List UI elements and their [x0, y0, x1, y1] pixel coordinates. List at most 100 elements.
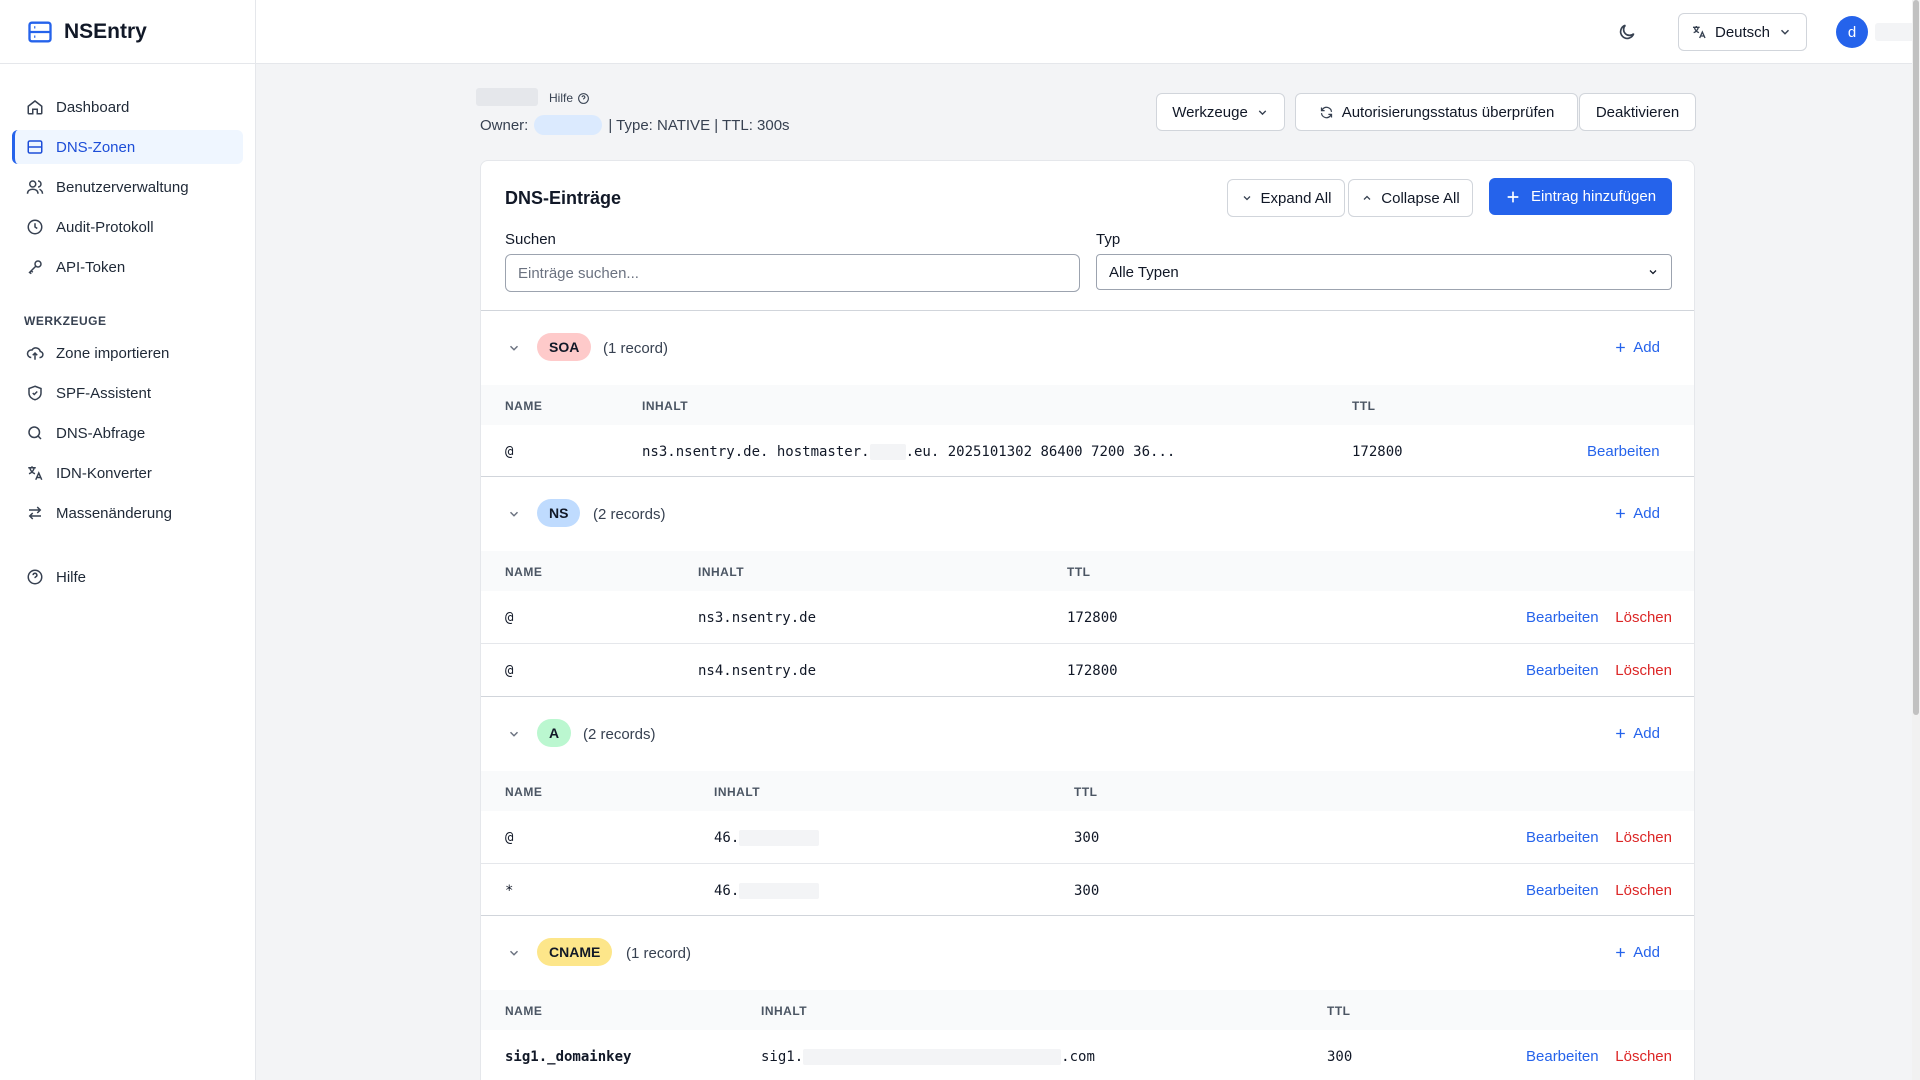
chevron-down-icon[interactable] [507, 946, 521, 960]
record-content: 46. [714, 883, 820, 899]
chevron-down-icon[interactable] [507, 507, 521, 521]
search-input[interactable] [505, 254, 1080, 292]
col-content: INHALT [698, 565, 745, 579]
record-name: @ [505, 444, 514, 460]
delete-link[interactable]: Löschen [1615, 882, 1672, 899]
delete-link[interactable]: Löschen [1615, 1048, 1672, 1065]
sidebar-item-zone-import[interactable]: Zone importieren [12, 336, 243, 370]
translate-icon [1691, 24, 1707, 40]
table-row: @ ns3.nsentry.de. hostmaster. .eu. 202510… [481, 425, 1694, 478]
record-content-part: sig1. [761, 1049, 804, 1065]
group-header[interactable]: SOA (1 record) Add [481, 311, 1694, 385]
sidebar-item-label: DNS-Abfrage [56, 424, 146, 442]
sidebar-item-label: Zone importieren [56, 344, 170, 362]
record-name: * [505, 883, 514, 899]
edit-link[interactable]: Bearbeiten [1526, 882, 1599, 899]
search-label: Suchen [505, 231, 556, 248]
owner-label: Owner: [480, 116, 529, 134]
avatar[interactable]: d [1836, 16, 1868, 48]
sidebar-item-api-token[interactable]: API-Token [12, 250, 243, 284]
edit-link[interactable]: Bearbeiten [1526, 609, 1599, 626]
sidebar-item-bulk-change[interactable]: Massenänderung [12, 496, 243, 530]
edit-link[interactable]: Bearbeiten [1587, 443, 1660, 460]
sidebar-item-idn-converter[interactable]: IDN-Konverter [12, 456, 243, 490]
chevron-down-icon[interactable] [507, 727, 521, 741]
sidebar-item-label: Benutzerverwaltung [56, 178, 189, 196]
sidebar-item-dashboard[interactable]: Dashboard [12, 90, 243, 124]
add-record-link[interactable]: Add [1614, 339, 1660, 356]
brand[interactable]: NSEntry [0, 0, 255, 64]
sidebar-item-dns-lookup[interactable]: DNS-Abfrage [12, 416, 243, 450]
group-header[interactable]: A (2 records) Add [481, 697, 1694, 771]
card-title: DNS-Einträge [505, 188, 622, 208]
deactivate-button[interactable]: Deaktivieren [1579, 93, 1696, 131]
delete-link[interactable]: Löschen [1615, 609, 1672, 626]
record-content: sig1. .com [761, 1049, 1095, 1065]
add-label: Add [1633, 339, 1660, 356]
group-header[interactable]: CNAME (1 record) Add [481, 916, 1694, 990]
group-header[interactable]: NS (2 records) Add [481, 477, 1694, 551]
check-authorization-button[interactable]: Autorisierungsstatus überprüfen [1295, 93, 1578, 131]
add-record-link[interactable]: Add [1614, 944, 1660, 961]
record-type-badge: A [537, 719, 572, 747]
tools-dropdown-button[interactable]: Werkzeuge [1156, 93, 1285, 131]
table-header: NAME INHALT TTL [481, 990, 1694, 1030]
col-name: NAME [505, 399, 543, 413]
type-select[interactable]: Alle Typen [1096, 254, 1672, 290]
record-content-part: ns3.nsentry.de. hostmaster. [642, 444, 870, 460]
collapse-all-button[interactable]: Collapse All [1348, 179, 1473, 217]
expand-all-button[interactable]: Expand All [1227, 179, 1345, 217]
server-icon [26, 138, 44, 156]
sidebar-item-label: Audit-Protokoll [56, 218, 154, 236]
sidebar-item-spf-assistant[interactable]: SPF-Assistent [12, 376, 243, 410]
app-name: NSEntry [64, 19, 147, 43]
sidebar-item-label: DNS-Zonen [56, 138, 136, 156]
sidebar-item-dns-zones[interactable]: DNS-Zonen [12, 130, 243, 164]
sidebar-item-users[interactable]: Benutzerverwaltung [12, 170, 243, 204]
sidebar: NSEntry Dashboard DNS-Zonen Benutzerverw… [0, 0, 256, 1080]
record-content: 46. [714, 830, 820, 846]
moon-icon[interactable] [1617, 22, 1637, 42]
tools-heading: WERKZEUGE [24, 314, 107, 328]
delete-link[interactable]: Löschen [1615, 662, 1672, 679]
record-group-a: A (2 records) Add NAME INHALT TTL @ 46. … [481, 696, 1694, 917]
chevron-down-icon [1241, 192, 1253, 204]
search-icon [26, 424, 44, 442]
col-content: INHALT [642, 399, 689, 413]
scrollbar[interactable] [1912, 0, 1920, 1080]
add-record-link[interactable]: Add [1614, 505, 1660, 522]
edit-link[interactable]: Bearbeiten [1526, 829, 1599, 846]
add-label: Add [1633, 505, 1660, 522]
delete-link[interactable]: Löschen [1615, 829, 1672, 846]
zone-help-link[interactable]: Hilfe [549, 91, 590, 105]
record-name: @ [505, 830, 514, 846]
sidebar-item-audit-log[interactable]: Audit-Protokoll [12, 210, 243, 244]
owner-redacted [534, 115, 603, 135]
col-name: NAME [505, 785, 543, 799]
table-row: * 46. 300 Bearbeiten Löschen [481, 864, 1694, 917]
zone-help-label: Hilfe [549, 91, 574, 105]
record-ttl: 300 [1074, 830, 1100, 846]
record-content: ns3.nsentry.de. hostmaster. .eu. 20251013… [642, 444, 1175, 460]
add-entry-button[interactable]: Eintrag hinzufügen [1489, 178, 1672, 215]
record-content: ns4.nsentry.de [698, 663, 817, 679]
chevron-down-icon[interactable] [507, 341, 521, 355]
top-header: Deutsch d [256, 0, 1920, 64]
refresh-icon [1319, 105, 1334, 120]
record-name: @ [505, 663, 514, 679]
col-ttl: TTL [1327, 1004, 1351, 1018]
sidebar-item-help[interactable]: Hilfe [12, 560, 243, 594]
check-authorization-label: Autorisierungsstatus überprüfen [1341, 103, 1555, 121]
record-content-part: 46. [714, 883, 740, 899]
edit-link[interactable]: Bearbeiten [1526, 1048, 1599, 1065]
language-selector[interactable]: Deutsch [1678, 13, 1807, 51]
add-label: Add [1633, 725, 1660, 742]
add-record-link[interactable]: Add [1614, 725, 1660, 742]
edit-link[interactable]: Bearbeiten [1526, 662, 1599, 679]
col-name: NAME [505, 565, 543, 579]
zone-meta: Owner: | Type: NATIVE | TTL: 300s [480, 115, 790, 135]
zone-name-redacted [476, 88, 538, 106]
scrollbar-thumb[interactable] [1913, 0, 1919, 715]
record-ttl: 300 [1074, 883, 1100, 899]
record-group-ns: NS (2 records) Add NAME INHALT TTL @ ns3… [481, 476, 1694, 697]
